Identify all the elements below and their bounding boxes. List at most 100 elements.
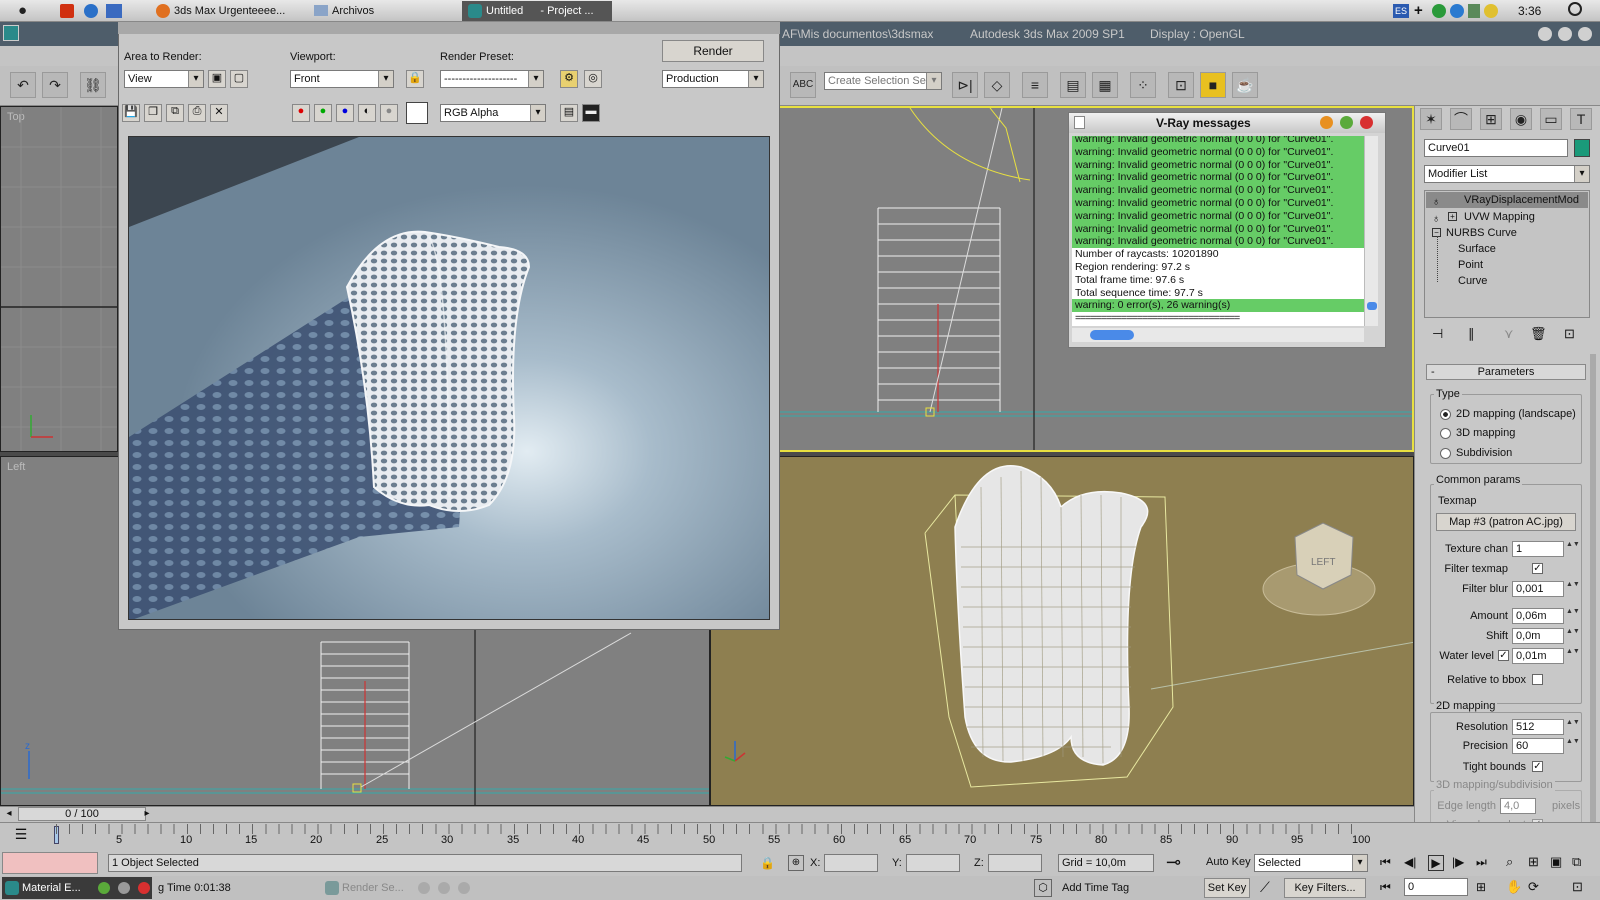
clone-window-icon[interactable]: ⧉ [166,104,184,122]
zoom-extents-all-icon[interactable]: ⧉ [1572,854,1581,870]
edge-length-field[interactable]: 4,0 [1500,798,1536,814]
red-channel-icon[interactable]: ● [292,104,310,122]
play-icon[interactable]: ▶ [1428,855,1444,871]
render-setup-icon[interactable]: ⊡ [1168,72,1194,98]
ie-icon[interactable] [84,4,98,18]
texmap-button[interactable]: Map #3 (patron AC.jpg) [1436,513,1576,531]
stack-item-point[interactable]: Point [1458,257,1483,273]
print-icon[interactable]: ⎙ [188,104,206,122]
task-restore-icon[interactable] [98,882,110,894]
task-archivos[interactable]: Archivos [312,2,452,20]
amount-field[interactable]: 0,06m [1512,608,1564,624]
task-minimize-icon[interactable] [438,882,450,894]
relative-bbox-checkbox[interactable] [1532,674,1543,685]
mirror-icon[interactable]: ⊳| [952,72,978,98]
current-frame-field[interactable]: 0 [1404,878,1468,896]
next-frame-icon[interactable]: |▶ [1452,855,1464,869]
filter-texmap-checkbox[interactable]: ✓ [1532,563,1543,574]
show-end-result-icon[interactable]: ∥ [1468,326,1475,342]
radio-3d-mapping[interactable] [1440,428,1451,439]
zoom-all-icon[interactable]: ⊞ [1528,854,1539,870]
render-teapot-icon[interactable]: ☕ [1232,72,1258,98]
auto-region-icon[interactable]: ▢ [230,70,248,88]
y-field[interactable] [906,854,960,872]
material-editor-icon[interactable]: ⁘ [1130,72,1156,98]
parameters-rollout-header[interactable]: - Parameters [1426,364,1586,380]
texture-chan-spinner[interactable]: ▲▼ [1566,541,1580,557]
key-mode-dropdown[interactable]: Selected [1254,854,1368,872]
app-icon[interactable] [3,25,19,41]
hierarchy-tab-icon[interactable]: ⊞ [1480,108,1502,130]
amount-spinner[interactable]: ▲▼ [1566,608,1580,624]
task-untitled[interactable]: Untitled - Project ... [462,1,612,21]
desktop-icon[interactable] [106,4,122,18]
vray-minimize-button[interactable] [1320,116,1333,129]
area-dropdown[interactable]: View [124,70,204,88]
goto-end-icon[interactable]: ⏭ [1476,855,1487,870]
selection-set-dropdown[interactable]: Create Selection Set [824,72,942,90]
save-image-icon[interactable]: 💾 [122,104,140,122]
align-icon[interactable]: ◇ [984,72,1010,98]
water-level-checkbox[interactable]: ✓ [1498,650,1509,661]
preset-dropdown[interactable]: -------------------- [440,70,544,88]
object-name-field[interactable]: Curve01 [1424,139,1568,157]
lock-selection-icon[interactable]: 🔒 [760,856,775,870]
viewport-dropdown[interactable]: Front [290,70,394,88]
filter-blur-field[interactable]: 0,001 [1512,581,1564,597]
task-close-icon[interactable] [458,882,470,894]
network-icon[interactable] [1468,4,1480,18]
blue-channel-icon[interactable]: ● [336,104,354,122]
radio-2d-landscape[interactable] [1440,409,1451,420]
clear-icon[interactable]: ✕ [210,104,228,122]
vray-log[interactable]: warning: Invalid geometric normal (0 0 0… [1072,136,1364,326]
pin-stack-icon[interactable]: ⊣ [1432,326,1443,342]
curve-editor-icon[interactable]: ▤ [1060,72,1086,98]
language-badge[interactable]: ES [1393,4,1409,18]
orbit-icon[interactable]: ⟳ [1528,879,1539,895]
task-close-icon[interactable] [138,882,150,894]
zoom-extents-icon[interactable]: ▣ [1550,854,1562,870]
render-setup-button-icon[interactable]: ⚙ [560,70,578,88]
maximize-button[interactable] [1558,27,1572,41]
command-panel-scrollbar[interactable] [1590,354,1596,824]
task-material-editor[interactable]: Material E... [2,877,152,899]
toggle-ui-icon[interactable]: ▤ [560,104,578,122]
display-icon[interactable]: ▬ [582,104,600,122]
alpha-channel-icon[interactable]: ◐ [358,104,376,122]
prev-frame-icon[interactable]: ◀| [1404,855,1416,869]
resolution-spinner[interactable]: ▲▼ [1566,719,1580,735]
select-link-icon[interactable]: ⛓ [80,72,106,98]
vray-vscrollbar[interactable] [1364,136,1378,326]
vray-maximize-button[interactable] [1340,116,1353,129]
configure-sets-icon[interactable]: ⊡ [1564,326,1575,342]
water-level-spinner[interactable]: ▲▼ [1566,648,1580,664]
task-restore-icon[interactable] [418,882,430,894]
utilities-tab-icon[interactable]: T [1570,108,1592,130]
lightbulb-icon[interactable]: ♁ [1432,194,1440,210]
create-tab-icon[interactable]: ✶ [1420,108,1442,130]
x-field[interactable] [824,854,878,872]
water-level-field[interactable]: 0,01m [1512,648,1564,664]
vray-vscroll-thumb[interactable] [1367,302,1377,310]
edit-region-icon[interactable]: ▣ [208,70,226,88]
trackbar-menu-icon[interactable]: ☰ [10,826,32,844]
time-slider-next[interactable]: ▸ [140,808,154,820]
radio-subdivision[interactable] [1440,448,1451,459]
vray-hscroll-thumb[interactable] [1090,330,1134,340]
z-field[interactable] [988,854,1042,872]
task-render-setup[interactable]: Render Se... [322,877,472,899]
schematic-icon[interactable]: ▦ [1092,72,1118,98]
skype-icon[interactable] [1450,4,1464,18]
rendered-frame-icon[interactable]: ■ [1200,72,1226,98]
layers-icon[interactable]: ≡ [1022,72,1048,98]
stack-item-vraydisplacement[interactable]: ♁ VRayDisplacementMod [1426,192,1588,208]
channel-dropdown[interactable]: RGB Alpha [440,104,546,122]
precision-spinner[interactable]: ▲▼ [1566,738,1580,754]
set-key-button[interactable]: Set Key [1204,878,1250,898]
goto-start-icon[interactable]: ⏮ [1380,855,1391,870]
filter-blur-spinner[interactable]: ▲▼ [1566,581,1580,597]
add-time-tag[interactable]: Add Time Tag [1062,882,1129,894]
vray-close-button[interactable] [1360,116,1373,129]
time-tag-icon[interactable]: ⬡ [1034,879,1052,897]
key-tangent-icon[interactable]: ⟋ [1260,879,1270,896]
